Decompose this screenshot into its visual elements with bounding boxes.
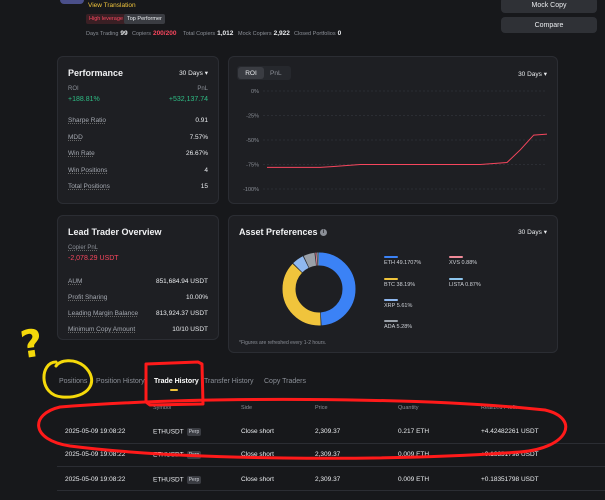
stat-days-trading: Days Trading99: [86, 30, 128, 37]
row-price: 2,309.37: [315, 428, 340, 435]
asset-period-dropdown[interactable]: 30 Days ▾: [518, 228, 547, 236]
legend-xvs: XVS 0.88%: [449, 256, 477, 266]
roi-series-line: [267, 134, 547, 167]
stat-mock-copiers: Mock Copiers2,922: [238, 30, 290, 37]
tab-transfer-history[interactable]: Transfer History: [204, 378, 254, 385]
header-symbol: Symbol: [153, 405, 171, 411]
row-price: 2,309.37: [315, 451, 340, 458]
copier-pnl-label: Copier PnL: [68, 245, 98, 251]
header-side: Side: [241, 405, 252, 411]
row-side: Close short: [241, 476, 274, 483]
tab-roi[interactable]: ROI: [238, 67, 264, 79]
row-realized-profit: +0.18351798 USDT: [481, 451, 539, 458]
row-price: 2,309.37: [315, 476, 340, 483]
y-tick-label: -100%: [243, 187, 259, 193]
tab-position-history[interactable]: Position History: [96, 378, 145, 385]
y-tick-label: -25%: [246, 114, 259, 120]
metric-win-positions: Win Positions4: [68, 165, 208, 175]
stat-closed-portfolios: Closed Portfolios0: [294, 30, 341, 37]
row-time: 2025-05-09 19:08:22: [65, 451, 125, 458]
legend-btc: BTC 38.19%: [384, 278, 415, 288]
tag-high-leverage: High leverage: [86, 14, 126, 24]
metric-win-rate: Win Rate26.67%: [68, 148, 208, 158]
row-symbol[interactable]: ETHUSDTPerp: [153, 451, 201, 459]
row-side: Close short: [241, 451, 274, 458]
chart-period-dropdown[interactable]: 30 Days ▾: [518, 70, 547, 78]
legend-eth: ETH 49.1707%: [384, 256, 421, 266]
chevron-down-icon: ▾: [544, 71, 547, 78]
y-tick-label: -50%: [246, 138, 259, 144]
header-realized-profit: Realized Profit: [481, 405, 517, 411]
pnl-label: PnL: [197, 86, 208, 92]
performance-panel: Performance 30 Days ▾ ROI PnL +188.81% +…: [57, 56, 219, 204]
row-symbol[interactable]: ETHUSDTPerp: [153, 428, 201, 436]
tab-positions[interactable]: Positions: [59, 378, 87, 385]
legend-lista: LISTA 0.87%: [449, 278, 481, 288]
row-realized-profit: +4.42482261 USDT: [481, 428, 539, 435]
row-side: Close short: [241, 428, 274, 435]
metric-minimum-copy-amount: Minimum Copy Amount10/10 USDT: [68, 324, 208, 334]
row-quantity: 0.009 ETH: [398, 451, 429, 458]
tag-top-performer: Top Performer: [124, 14, 165, 24]
performance-period-dropdown[interactable]: 30 Days ▾: [179, 69, 208, 77]
stat-total-copiers: Total Copiers1,012: [183, 30, 233, 37]
metric-profit-sharing: Profit Sharing10.00%: [68, 292, 208, 302]
tab-copy-traders[interactable]: Copy Traders: [264, 378, 306, 385]
lead-trader-title: Lead Trader Overview: [68, 227, 162, 237]
metric-total-positions: Total Positions15: [68, 181, 208, 191]
tab-pnl[interactable]: PnL: [270, 70, 282, 77]
active-tab-indicator: [170, 389, 178, 391]
tab-trade-history[interactable]: Trade History: [154, 378, 199, 385]
mock-copy-button[interactable]: Mock Copy: [501, 0, 597, 13]
roi-line-chart: 0% -25% -50% -75% -100%: [233, 85, 555, 195]
roi-label: ROI: [68, 86, 79, 92]
header-quantity: Quantity: [398, 405, 418, 411]
asset-preferences-panel: Asset Preferences i 30 Days ▾ ETH 49.170…: [228, 215, 558, 353]
performance-title: Performance: [68, 68, 123, 78]
row-realized-profit: +0.18351798 USDT: [481, 476, 539, 483]
header-price: Price: [315, 405, 328, 411]
metric-leading-margin-balance: Leading Margin Balance813,924.37 USDT: [68, 308, 208, 318]
chevron-down-icon: ▾: [544, 229, 547, 236]
lead-trader-panel: Lead Trader Overview Copier PnL -2,078.2…: [57, 215, 219, 340]
y-tick-label: -75%: [246, 163, 259, 169]
legend-xrp: XRP 5.61%: [384, 299, 412, 309]
row-quantity: 0.009 ETH: [398, 476, 429, 483]
roi-value: +188.81%: [68, 96, 100, 103]
roi-chart-panel: ROI PnL 30 Days ▾ 0% -25% -50% -75% -100%: [228, 56, 558, 204]
compare-button[interactable]: Compare: [501, 17, 597, 33]
info-icon[interactable]: i: [320, 229, 327, 236]
row-time: 2025-05-09 19:08:22: [65, 428, 125, 435]
row-divider: [57, 490, 605, 491]
stat-copiers: Copiers200/200: [132, 30, 176, 37]
row-divider: [57, 443, 605, 444]
refresh-note: *Figures are refreshed every 1-2 hours.: [239, 340, 326, 346]
annotation-question-mark: ?: [18, 320, 46, 367]
metric-sharpe-ratio: Sharpe Ratio0.91: [68, 115, 208, 125]
copier-pnl-value: -2,078.29 USDT: [68, 255, 119, 262]
row-time: 2025-05-09 19:08:22: [65, 476, 125, 483]
chevron-down-icon: ▾: [205, 70, 208, 77]
asset-preferences-title: Asset Preferences i: [239, 227, 327, 237]
legend-ada: ADA 5.28%: [384, 320, 412, 330]
row-symbol[interactable]: ETHUSDTPerp: [153, 476, 201, 484]
pnl-value: +532,137.74: [169, 96, 208, 103]
avatar: [60, 0, 84, 4]
metric-aum: AUM851,684.94 USDT: [68, 276, 208, 286]
row-divider: [57, 466, 605, 467]
view-translation-link[interactable]: View Translation: [88, 2, 136, 9]
y-tick-label: 0%: [251, 89, 259, 95]
metric-mdd: MDD7.57%: [68, 132, 208, 142]
asset-donut-chart: [279, 249, 359, 329]
row-quantity: 0.217 ETH: [398, 428, 429, 435]
